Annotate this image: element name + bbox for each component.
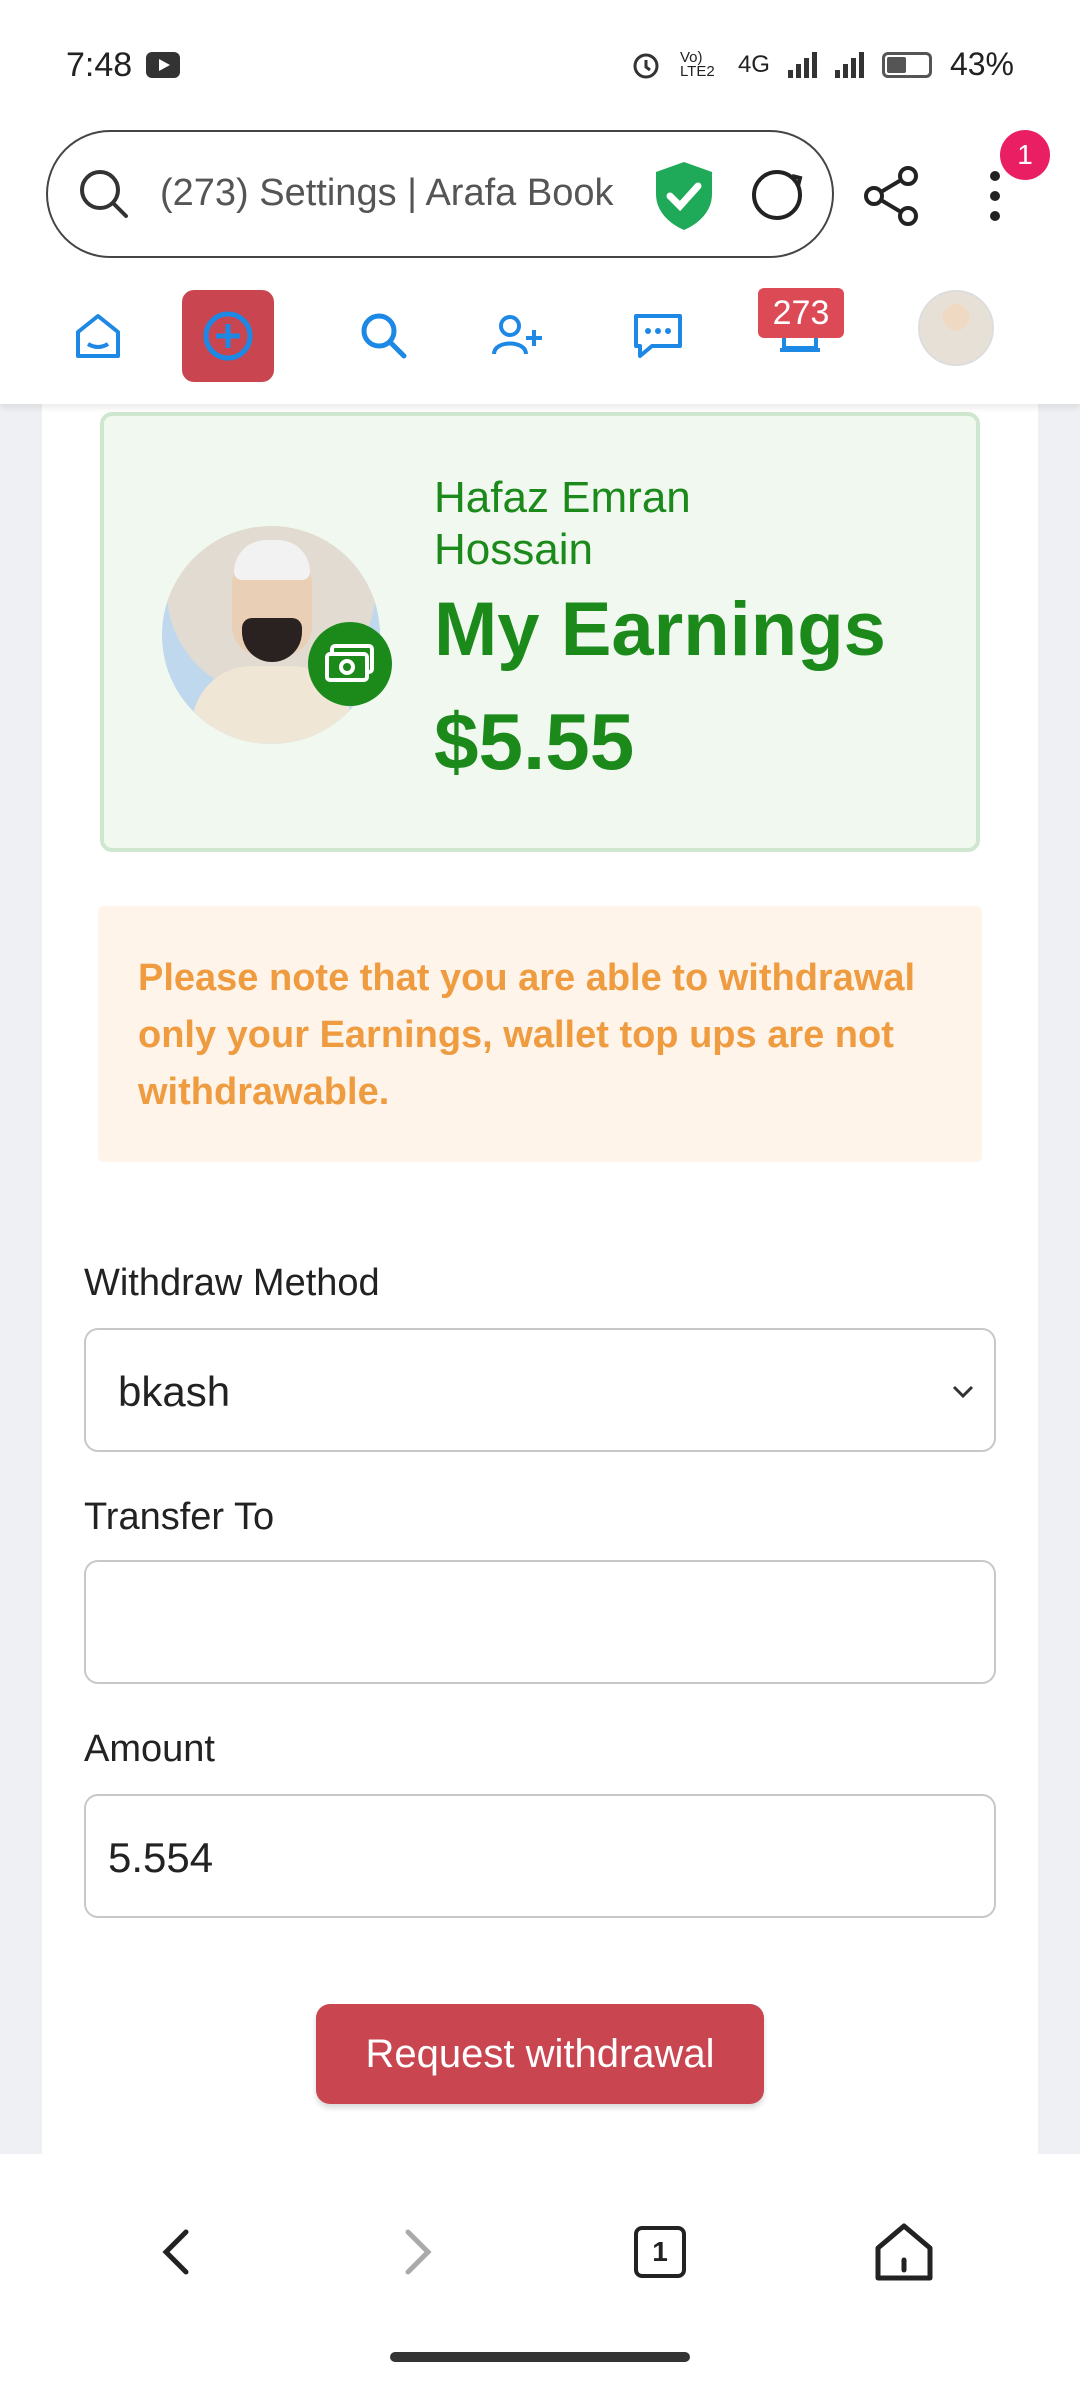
avatar-beard (242, 618, 302, 662)
profile-avatar[interactable] (918, 290, 994, 366)
battery-percent: 43% (949, 46, 1014, 82)
withdrawal-note: Please note that you are able to withdra… (98, 906, 982, 1162)
url-text: (273) Settings | Arafa Book (160, 172, 614, 214)
avatar-cap (234, 540, 310, 580)
transfer-to-input[interactable] (84, 1560, 996, 1684)
tab-count: 1 (652, 2236, 668, 2267)
notification-badge: 273 (758, 288, 844, 338)
tabs-icon: 1 (634, 2226, 686, 2278)
request-withdrawal-button[interactable]: Request withdrawal (316, 2004, 764, 2104)
earnings-title: My Earnings (434, 587, 886, 672)
amount-input[interactable]: 5.554 (84, 1794, 996, 1918)
browser-toolbar: (273) Settings | Arafa Book 1 (0, 130, 1080, 260)
home-icon[interactable] (866, 2214, 942, 2290)
earnings-amount: $5.55 (434, 697, 635, 786)
status-time: 7:48 (66, 46, 133, 84)
gesture-home-indicator[interactable] (390, 2352, 690, 2362)
shield-check-icon[interactable] (652, 160, 716, 232)
app-navbar: 273 (0, 268, 1080, 404)
withdraw-method-value: bkash (118, 1368, 231, 1415)
plus-circle-icon (203, 311, 253, 361)
transfer-to-label: Transfer To (84, 1496, 275, 1538)
forward-icon[interactable] (378, 2214, 454, 2290)
nav-friends[interactable] (472, 290, 564, 382)
user-name: Hafaz Emran Hossain (434, 473, 691, 574)
menu-badge: 1 (1000, 130, 1050, 180)
nav-home[interactable] (52, 290, 144, 382)
amount-value: 5.554 (108, 1834, 214, 1881)
youtube-notification-icon (146, 52, 180, 78)
note-text: Please note that you are able to withdra… (138, 957, 916, 1113)
signal-icon (787, 51, 817, 78)
amount-label: Amount (84, 1728, 215, 1770)
alarm-icon (633, 53, 659, 78)
battery-fill (886, 56, 906, 73)
browser-bottom-nav: 1 (0, 2154, 1080, 2392)
nav-messages[interactable] (612, 290, 704, 382)
volte-label: Vo) LTE2 (679, 48, 715, 80)
earnings-card: Hafaz Emran Hossain My Earnings $5.55 (100, 412, 980, 852)
home-icon (76, 314, 120, 358)
nav-search[interactable] (338, 290, 430, 382)
nav-create[interactable] (182, 290, 274, 382)
network-label: 4G (737, 50, 770, 78)
withdraw-method-select[interactable]: bkash (84, 1328, 996, 1452)
battery-icon (881, 51, 932, 78)
address-bar[interactable]: (273) Settings | Arafa Book (46, 130, 834, 258)
reload-icon[interactable] (748, 166, 806, 224)
search-icon (80, 170, 128, 218)
back-icon[interactable] (140, 2214, 216, 2290)
signal-icon-2 (834, 51, 864, 78)
status-bar: 7:48 Vo) LTE2 4G 43% (0, 0, 1080, 130)
withdraw-method-label: Withdraw Method (84, 1262, 380, 1304)
money-icon (308, 622, 392, 706)
add-friend-icon (492, 315, 542, 355)
chevron-down-icon (952, 1385, 974, 1399)
share-icon[interactable] (860, 164, 924, 228)
chat-icon (634, 314, 682, 358)
tabs-button[interactable]: 1 (622, 2214, 698, 2290)
search-icon (361, 313, 407, 359)
status-icons: Vo) LTE2 4G 43% (630, 46, 1014, 83)
